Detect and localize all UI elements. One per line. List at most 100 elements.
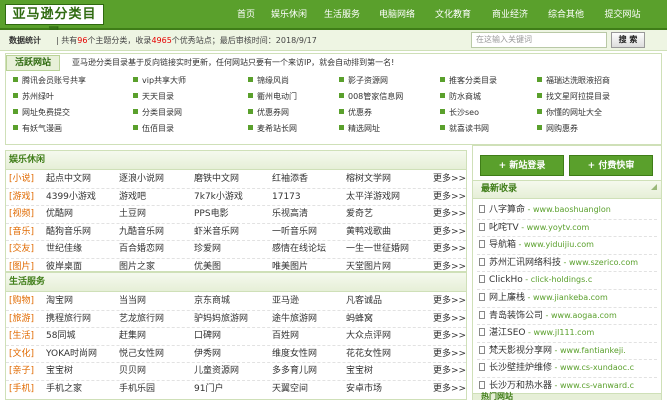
site-link[interactable]: 天翼空间 <box>272 380 308 398</box>
site-link[interactable]: 多多育儿网 <box>272 362 317 380</box>
hot-site-link[interactable]: 天天目录 <box>133 91 174 103</box>
recent-site-item[interactable]: ClickHo - click-holdings.c <box>479 273 592 287</box>
hot-site-link[interactable]: 推客分类目录 <box>440 75 497 87</box>
site-link[interactable]: 花花女性网 <box>346 345 391 363</box>
site-link[interactable]: 世纪佳缘 <box>46 240 82 258</box>
site-link[interactable]: 驴妈妈旅游网 <box>194 310 248 328</box>
hot-site-link[interactable]: 优惠券 <box>339 107 372 119</box>
nav-life[interactable]: 生活服务 <box>321 0 363 30</box>
site-link[interactable]: 太平洋游戏网 <box>346 188 400 206</box>
site-link[interactable]: 大众点评网 <box>346 327 391 345</box>
recent-site-item[interactable]: 苏州汇讯网络科技 - www.szerico.com <box>479 256 638 270</box>
site-link[interactable]: 蚂蜂窝 <box>346 310 373 328</box>
hot-site-link[interactable]: 有妖气漫画 <box>13 123 62 135</box>
site-link[interactable]: 17173 <box>272 188 301 206</box>
site-link[interactable]: 百姓网 <box>272 327 299 345</box>
recent-site-item[interactable]: 长沙壁挂炉维修 - www.cs-xundaoc.c <box>479 361 634 375</box>
site-link[interactable]: 58同城 <box>46 327 75 345</box>
site-link[interactable]: 宝宝树 <box>46 362 73 380</box>
site-link[interactable]: 一听音乐网 <box>272 223 317 241</box>
hot-site-link[interactable]: 优惠券网 <box>248 107 289 119</box>
category-label[interactable]: [文化] <box>9 345 34 363</box>
site-link[interactable]: 榕树文学网 <box>346 170 391 188</box>
site-link[interactable]: 逐浪小说网 <box>119 170 164 188</box>
more-link[interactable]: 更多>> <box>433 223 466 241</box>
site-link[interactable]: 京东商城 <box>194 292 230 310</box>
hot-site-link[interactable]: 锦缘风尚 <box>248 75 289 87</box>
site-link[interactable]: 爱奇艺 <box>346 205 373 223</box>
hot-site-link[interactable]: 找文星阿拉提目录 <box>537 91 610 103</box>
site-link[interactable]: 贝贝网 <box>119 362 146 380</box>
recent-site-item[interactable]: 长沙万和热水器 - www.cs-vanward.c <box>479 379 634 393</box>
site-login-button[interactable]: + 新站登录 <box>480 155 564 176</box>
hot-site-link[interactable]: 你懂的网址大全 <box>537 107 602 119</box>
category-label[interactable]: [购物] <box>9 292 34 310</box>
hot-site-link[interactable]: 福瑞达洗眼液招商 <box>537 75 610 87</box>
search-button[interactable]: 搜 索 <box>611 32 645 48</box>
search-input[interactable]: 在这输入关键词 <box>471 32 607 48</box>
site-link[interactable]: 优酷网 <box>46 205 73 223</box>
site-link[interactable]: 维度女性网 <box>272 345 317 363</box>
recent-site-item[interactable]: 导航箱 - www.yiduijiu.com <box>479 238 594 252</box>
hot-site-link[interactable]: 网址免费提交 <box>13 107 70 119</box>
nav-education[interactable]: 文化教育 <box>432 0 474 30</box>
site-link[interactable]: 途牛旅游网 <box>272 310 317 328</box>
recent-site-item[interactable]: 青岛装饰公司 - www.aogaa.com <box>479 309 617 323</box>
recent-site-item[interactable]: 网上廉栈 - www.jiankeba.com <box>479 291 608 305</box>
site-link[interactable]: 赶集网 <box>119 327 146 345</box>
hot-site-link[interactable]: 衢州电动门 <box>248 91 297 103</box>
site-link[interactable]: 百合婚恋网 <box>119 240 164 258</box>
site-link[interactable]: 当当网 <box>119 292 146 310</box>
nav-home[interactable]: 首页 <box>227 0 265 30</box>
site-link[interactable]: 4399小游戏 <box>46 188 96 206</box>
nav-computer[interactable]: 电脑网络 <box>376 0 418 30</box>
recent-site-item[interactable]: 湛江SEO - www.jl111.com <box>479 326 594 340</box>
hot-site-link[interactable]: 就喜读书网 <box>440 123 489 135</box>
site-link[interactable]: 淘宝网 <box>46 292 73 310</box>
more-link[interactable]: 更多>> <box>433 292 466 310</box>
hot-site-link[interactable]: 苏州绿叶 <box>13 91 54 103</box>
hot-site-link[interactable]: 008管家信息网 <box>339 91 403 103</box>
site-link[interactable]: 游戏吧 <box>119 188 146 206</box>
category-label[interactable]: [视频] <box>9 205 34 223</box>
nav-entertainment[interactable]: 娱乐休闲 <box>268 0 310 30</box>
category-label[interactable]: [手机] <box>9 380 34 398</box>
paid-review-button[interactable]: + 付费快审 <box>569 155 653 176</box>
category-label[interactable]: [游戏] <box>9 188 34 206</box>
hot-site-link[interactable]: vip共享大师 <box>133 75 186 87</box>
nav-other[interactable]: 综合其他 <box>545 0 587 30</box>
site-link[interactable]: 悦己女性网 <box>119 345 164 363</box>
site-link[interactable]: 虾米音乐网 <box>194 223 239 241</box>
site-link[interactable]: 口碑网 <box>194 327 221 345</box>
site-link[interactable]: 一生一世征婚网 <box>346 240 409 258</box>
hot-site-link[interactable]: 分类目录网 <box>133 107 182 119</box>
category-label[interactable]: [音乐] <box>9 223 34 241</box>
more-link[interactable]: 更多>> <box>433 188 466 206</box>
site-link[interactable]: PPS电影 <box>194 205 229 223</box>
site-link[interactable]: 红袖添香 <box>272 170 308 188</box>
site-link[interactable]: 凡客诚品 <box>346 292 382 310</box>
more-link[interactable]: 更多>> <box>433 362 466 380</box>
category-label[interactable]: [小说] <box>9 170 34 188</box>
nav-submit[interactable]: 提交网站 <box>600 0 645 30</box>
hot-site-link[interactable]: 长沙seo <box>440 107 479 119</box>
site-link[interactable]: 手机乐园 <box>119 380 155 398</box>
site-link[interactable]: 儿童资源网 <box>194 362 239 380</box>
hot-site-link[interactable]: 腾讯会员账号共享 <box>13 75 86 87</box>
more-link[interactable]: 更多>> <box>433 170 466 188</box>
site-link[interactable]: 伊秀网 <box>194 345 221 363</box>
more-link[interactable]: 更多>> <box>433 327 466 345</box>
hot-site-link[interactable]: 麦希站长网 <box>248 123 297 135</box>
site-link[interactable]: 安卓市场 <box>346 380 382 398</box>
site-link[interactable]: 九酷音乐网 <box>119 223 164 241</box>
category-label[interactable]: [交友] <box>9 240 34 258</box>
site-link[interactable]: 宝宝树 <box>346 362 373 380</box>
recent-site-item[interactable]: 叱咤TV - www.yoytv.com <box>479 221 589 235</box>
site-link[interactable]: 磨铁中文网 <box>194 170 239 188</box>
more-link[interactable]: 更多>> <box>433 240 466 258</box>
site-logo[interactable]: 亚马逊分类目录 <box>5 4 104 41</box>
category-label[interactable]: [旅游] <box>9 310 34 328</box>
more-link[interactable]: 更多>> <box>433 380 466 398</box>
site-link[interactable]: 感情在线论坛 <box>272 240 326 258</box>
site-link[interactable]: 亚马逊 <box>272 292 299 310</box>
